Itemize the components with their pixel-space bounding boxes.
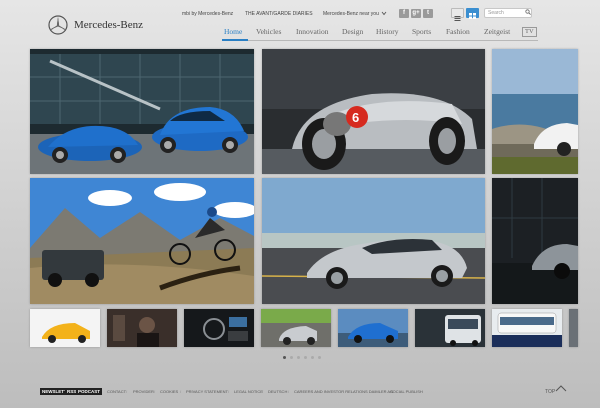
avantgarde-link[interactable]: THE AVANT/GARDE DIARIES — [245, 11, 313, 17]
carousel-dot-3[interactable] — [297, 356, 300, 359]
nav-active-indicator — [222, 39, 248, 41]
footer-link-legal[interactable]: LEGAL NOTICE — [234, 389, 263, 394]
carousel-dot-2[interactable] — [290, 356, 293, 359]
carousel-dot-5[interactable] — [311, 356, 314, 359]
thumb-partial[interactable] — [569, 309, 578, 347]
footer-link-deutsch[interactable]: DEUTSCH — [268, 389, 287, 394]
google-plus-icon[interactable]: g+ — [411, 9, 421, 18]
thumb-team-bus[interactable] — [492, 309, 562, 347]
thumb-sls-blue[interactable] — [338, 309, 408, 347]
tile-a-class-coast[interactable] — [492, 49, 578, 174]
carousel-dot-1[interactable] — [283, 356, 286, 359]
nav-vehicles[interactable]: Vehicles — [256, 27, 281, 36]
carousel-dot-4[interactable] — [304, 356, 307, 359]
nav-home[interactable]: Home — [224, 27, 242, 36]
nav-fashion[interactable]: Fashion — [446, 27, 470, 36]
podcast-button[interactable]: PODCAST — [76, 388, 103, 395]
tile-amg-electric-drive[interactable] — [30, 49, 254, 174]
thumb-sls-yellow[interactable] — [30, 309, 100, 347]
nav-tv[interactable]: TV — [522, 27, 537, 37]
thumb-interior[interactable] — [184, 309, 254, 347]
twitter-icon[interactable]: t — [423, 9, 433, 18]
thumb-bus[interactable] — [415, 309, 485, 347]
footer-link-provider[interactable]: PROVIDER — [133, 389, 154, 394]
thumb-dark-portrait[interactable] — [107, 309, 177, 347]
nav-history[interactable]: History — [376, 27, 399, 36]
footer-link-careers[interactable]: CAREERS AND INVESTOR RELATIONS DAIMLER A… — [294, 389, 393, 394]
brand-name[interactable]: Mercedes-Benz — [74, 19, 143, 31]
facebook-icon[interactable]: f — [399, 9, 409, 18]
carousel-dot-6[interactable] — [318, 356, 321, 359]
grid-view-icon[interactable] — [466, 8, 479, 19]
nav-zeitgeist[interactable]: Zeitgeist — [484, 27, 510, 36]
tile-g-class-mountain[interactable] — [30, 178, 254, 304]
footer-link-cookies[interactable]: COOKIES — [160, 389, 178, 394]
tile-silver-arrow-racer[interactable]: 6 — [262, 49, 485, 174]
nav-innovation[interactable]: Innovation — [296, 27, 329, 36]
chevron-up-icon[interactable] — [555, 384, 567, 392]
tile-c-class-coupe[interactable] — [262, 178, 485, 304]
tile-sl-night[interactable] — [492, 178, 578, 304]
footer-link-contact[interactable]: CONTACT — [107, 389, 126, 394]
list-view-icon[interactable] — [451, 8, 464, 21]
footer-link-privacy[interactable]: PRIVACY STATEMENT — [186, 389, 228, 394]
nav-sports[interactable]: Sports — [412, 27, 431, 36]
dealer-locator-link[interactable]: Mercedes-Benz near you — [323, 11, 379, 17]
nav-design[interactable]: Design — [342, 27, 363, 36]
mbi-link[interactable]: mbi by Mercedes-Benz — [182, 11, 233, 17]
footer-link-social-publish[interactable]: SOCIAL PUBLISH — [390, 389, 423, 394]
search-icon[interactable] — [525, 9, 531, 15]
svg-text:6: 6 — [352, 110, 359, 125]
back-to-top-link[interactable]: TOP — [545, 389, 555, 395]
nav-divider — [222, 40, 538, 41]
mercedes-star-icon[interactable] — [48, 15, 68, 35]
thumb-glk-road[interactable] — [261, 309, 331, 347]
chevron-down-icon[interactable] — [381, 11, 387, 16]
